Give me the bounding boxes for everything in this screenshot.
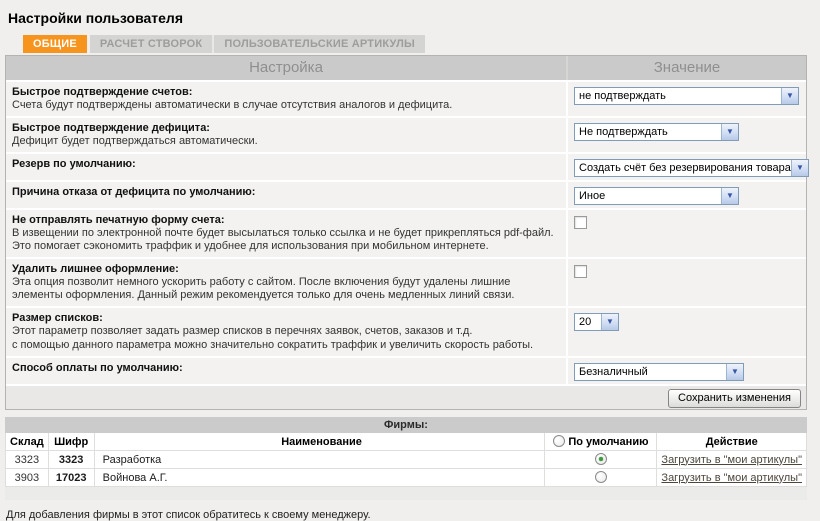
no-printed-invoice-checkbox[interactable]	[574, 216, 587, 229]
list-size-select[interactable]: 20 ▼	[574, 313, 619, 331]
setting-row-default-reserve: Резерв по умолчанию: Создать счёт без ре…	[6, 152, 806, 180]
deficit-refusal-reason-select[interactable]: Иное ▼	[574, 187, 739, 205]
chevron-down-icon[interactable]: ▼	[601, 314, 618, 330]
default-reserve-select[interactable]: Создать счёт без резервирования товара ▼	[574, 159, 809, 177]
save-changes-button[interactable]: Сохранить изменения	[668, 389, 801, 408]
select-value: Создать счёт без резервирования товара	[575, 160, 791, 176]
firms-table-footer-strip	[6, 487, 807, 500]
setting-description: В извещении по электронной почте будет в…	[12, 226, 560, 253]
select-value: 20	[575, 314, 601, 330]
setting-row-remove-decoration: Удалить лишнее оформление: Эта опция поз…	[6, 257, 806, 306]
select-value: Безналичный	[575, 364, 726, 380]
setting-description-line2: с помощью данного параметра можно значит…	[12, 338, 560, 352]
setting-row-quick-deficit-confirm: Быстрое подтверждение дефицита: Дефицит …	[6, 116, 806, 152]
setting-label: Не отправлять печатную форму счета:	[12, 213, 560, 226]
firm-row: 3323 3323 Разработка Загрузить в "мои ар…	[6, 451, 807, 469]
column-header-default-label: По умолчанию	[568, 436, 648, 448]
setting-label: Способ оплаты по умолчанию:	[12, 361, 560, 374]
default-payment-method-select[interactable]: Безналичный ▼	[574, 363, 744, 381]
firm-sklad: 3323	[6, 451, 49, 469]
firm-row: 3903 17023 Войнова А.Г. Загрузить в "мои…	[6, 469, 807, 487]
settings-table-header: Настройка Значение	[6, 56, 806, 80]
setting-label: Размер списков:	[12, 311, 560, 324]
setting-description: Эта опция позволит немного ускорить рабо…	[12, 275, 560, 302]
column-header-sklad: Склад	[6, 433, 49, 451]
select-value: Не подтверждать	[575, 124, 721, 140]
column-header-shifr: Шифр	[48, 433, 94, 451]
firm-default-radio[interactable]	[595, 471, 607, 483]
tab-bar: ОБЩИЕРАСЧЕТ СТВОРОКПОЛЬЗОВАТЕЛЬСКИЕ АРТИ…	[5, 35, 815, 53]
chevron-down-icon[interactable]: ▼	[791, 160, 808, 176]
settings-footer: Сохранить изменения	[6, 384, 806, 409]
firm-shifr: 3323	[48, 451, 94, 469]
setting-description: Этот параметр позволяет задать размер сп…	[12, 324, 560, 338]
setting-label: Удалить лишнее оформление:	[12, 262, 560, 275]
setting-label: Быстрое подтверждение счетов:	[12, 85, 560, 98]
load-to-my-articles-link[interactable]: Загрузить в "мои артикулы"	[661, 454, 802, 466]
setting-label: Причина отказа от дефицита по умолчанию:	[12, 185, 560, 198]
chevron-down-icon[interactable]: ▼	[781, 88, 798, 104]
setting-row-quick-invoice-confirm: Быстрое подтверждение счетов: Счета буду…	[6, 80, 806, 116]
setting-row-list-size: Размер списков: Этот параметр позволяет …	[6, 306, 806, 356]
default-none-radio[interactable]	[553, 435, 565, 447]
tab-sash-calculation[interactable]: РАСЧЕТ СТВОРОК	[90, 35, 212, 53]
remove-decoration-checkbox[interactable]	[574, 265, 587, 278]
column-header-setting: Настройка	[6, 56, 566, 80]
firm-shifr: 17023	[48, 469, 94, 487]
tab-general[interactable]: ОБЩИЕ	[23, 35, 87, 53]
column-header-default: По умолчанию	[545, 433, 657, 451]
setting-label: Быстрое подтверждение дефицита:	[12, 121, 560, 134]
setting-description: Дефицит будет подтверждаться автоматичес…	[12, 134, 560, 148]
firm-sklad: 3903	[6, 469, 49, 487]
quick-invoice-confirm-select[interactable]: не подтверждать ▼	[574, 87, 799, 105]
firm-name: Войнова А.Г.	[94, 469, 545, 487]
setting-row-default-payment-method: Способ оплаты по умолчанию: Безналичный …	[6, 356, 806, 384]
firm-default-radio[interactable]	[595, 453, 607, 465]
setting-description: Счета будут подтверждены автоматически в…	[12, 98, 560, 112]
setting-row-no-printed-invoice: Не отправлять печатную форму счета: В из…	[6, 208, 806, 257]
select-value: не подтверждать	[575, 88, 781, 104]
chevron-down-icon[interactable]: ▼	[726, 364, 743, 380]
settings-table: Настройка Значение Быстрое подтверждение…	[5, 55, 807, 410]
load-to-my-articles-link[interactable]: Загрузить в "мои артикулы"	[661, 472, 802, 484]
setting-label: Резерв по умолчанию:	[12, 157, 560, 170]
chevron-down-icon[interactable]: ▼	[721, 124, 738, 140]
firm-name: Разработка	[94, 451, 545, 469]
chevron-down-icon[interactable]: ▼	[721, 188, 738, 204]
user-settings-page: Настройки пользователя ОБЩИЕРАСЧЕТ СТВОР…	[0, 0, 820, 521]
column-header-action: Действие	[657, 433, 807, 451]
select-value: Иное	[575, 188, 721, 204]
setting-row-deficit-refusal-reason: Причина отказа от дефицита по умолчанию:…	[6, 180, 806, 208]
quick-deficit-confirm-select[interactable]: Не подтверждать ▼	[574, 123, 739, 141]
column-header-name: Наименование	[94, 433, 545, 451]
tab-user-articles[interactable]: ПОЛЬЗОВАТЕЛЬСКИЕ АРТИКУЛЫ	[212, 35, 425, 53]
column-header-value: Значение	[566, 56, 806, 80]
footer-note: Для добавления фирмы в этот список обрат…	[5, 500, 815, 521]
firms-table-title: Фирмы:	[6, 418, 807, 433]
page-title: Настройки пользователя	[5, 6, 815, 35]
